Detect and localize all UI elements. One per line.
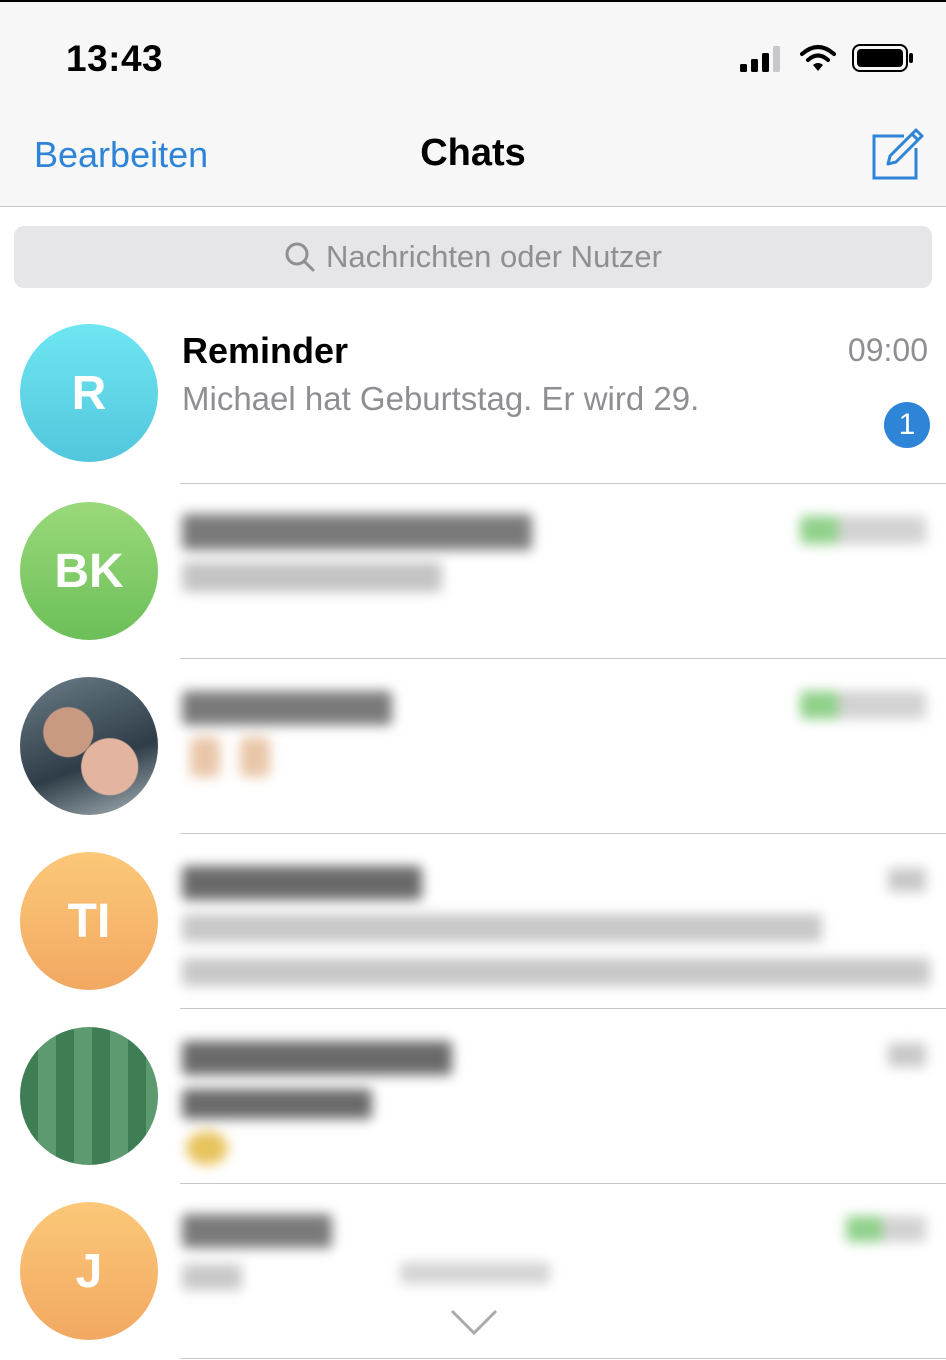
avatar-initials: R bbox=[71, 366, 107, 420]
divider bbox=[180, 1358, 946, 1359]
avatar-initials: J bbox=[75, 1244, 103, 1298]
nav-bar: Bearbeiten Chats bbox=[0, 102, 946, 207]
unread-badge: 1 bbox=[884, 402, 930, 448]
avatar-initials: TI bbox=[67, 894, 111, 948]
battery-icon bbox=[852, 43, 914, 78]
status-time: 13:43 bbox=[66, 38, 164, 79]
chevron-down-icon[interactable] bbox=[450, 1308, 498, 1338]
search-icon bbox=[285, 242, 315, 272]
compose-icon bbox=[872, 128, 924, 180]
chat-time: 09:00 bbox=[847, 332, 928, 368]
chat-row[interactable]: TI bbox=[0, 834, 946, 1009]
chat-preview: Michael hat Geburtstag. Er wird 29. bbox=[182, 380, 700, 417]
chat-name: Reminder bbox=[182, 330, 349, 371]
cellular-signal-icon bbox=[740, 44, 784, 77]
avatar: J bbox=[20, 1202, 158, 1340]
avatar: R bbox=[20, 324, 158, 462]
wifi-icon bbox=[800, 44, 836, 77]
chat-list: R Reminder 09:00 Michael hat Geburtstag.… bbox=[0, 306, 946, 1359]
avatar-photo bbox=[20, 1027, 158, 1165]
chat-row[interactable] bbox=[0, 1009, 946, 1184]
avatar: BK bbox=[20, 502, 158, 640]
avatar-initials: BK bbox=[54, 544, 124, 598]
avatar-photo bbox=[20, 677, 158, 815]
page-title: Chats bbox=[420, 132, 526, 174]
chat-row[interactable]: BK bbox=[0, 484, 946, 659]
status-icons bbox=[740, 42, 914, 78]
status-bar: 13:43 bbox=[0, 2, 946, 102]
search-input[interactable]: Nachrichten oder Nutzer bbox=[14, 226, 932, 288]
compose-button[interactable] bbox=[870, 126, 926, 182]
chat-row-reminder[interactable]: R Reminder 09:00 Michael hat Geburtstag.… bbox=[0, 306, 946, 484]
search-placeholder: Nachrichten oder Nutzer bbox=[326, 239, 662, 274]
avatar: TI bbox=[20, 852, 158, 990]
chat-row[interactable] bbox=[0, 659, 946, 834]
